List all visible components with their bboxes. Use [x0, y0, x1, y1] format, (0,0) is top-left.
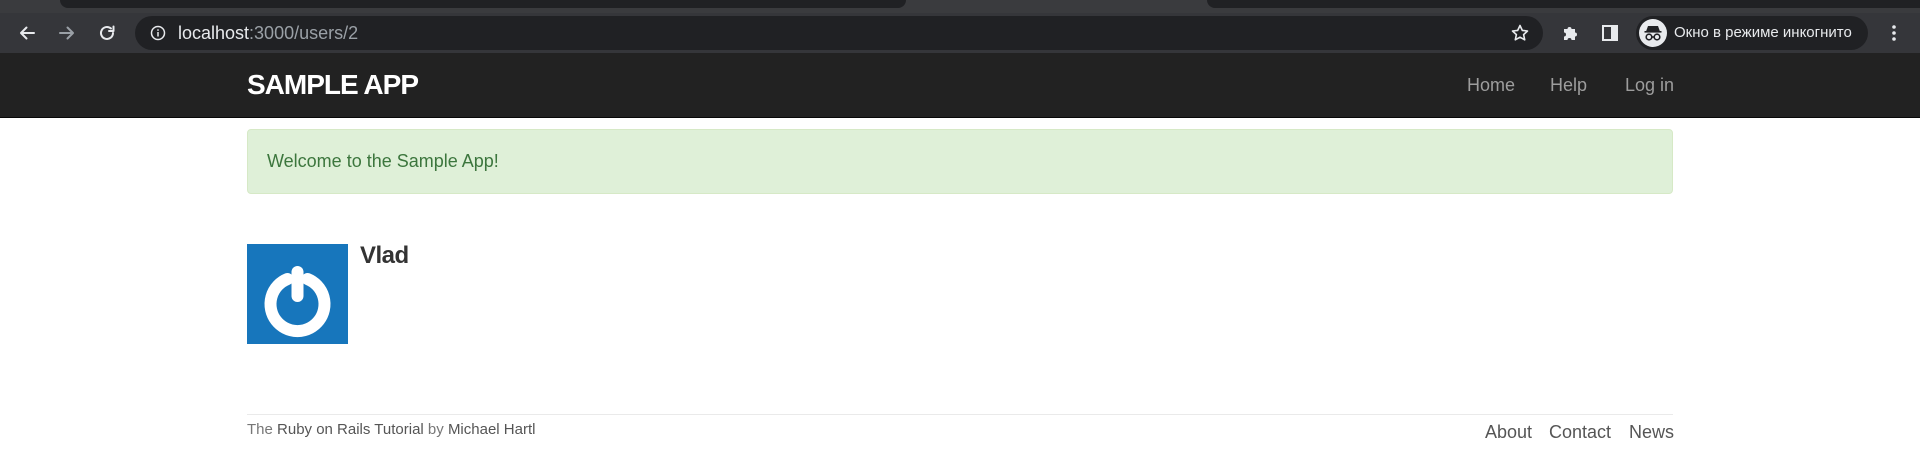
side-panel-icon[interactable] [1594, 17, 1626, 49]
gravatar-logo-icon [264, 266, 331, 337]
bookmark-star-icon[interactable] [1509, 22, 1531, 44]
menu-icon[interactable] [1878, 17, 1910, 49]
url-path: :3000/users/2 [249, 23, 359, 43]
url-host: localhost [178, 23, 250, 43]
browser-tab[interactable] [1207, 0, 1920, 8]
incognito-profile-button[interactable]: Окно в режиме инкогнито [1636, 16, 1868, 50]
browser-toolbar: localhost:3000/users/2 Окно в режиме инк… [0, 13, 1920, 53]
incognito-label: Окно в режиме инкогнито [1674, 24, 1852, 41]
forward-icon[interactable] [51, 17, 83, 49]
url-text[interactable]: localhost:3000/users/2 [178, 16, 358, 50]
footer-link-about[interactable]: About [1485, 422, 1532, 443]
credit-middle: by [423, 421, 448, 438]
credit-prefix: The [247, 421, 278, 438]
footer-divider [247, 414, 1673, 415]
browser-tab[interactable] [60, 0, 906, 8]
nav-link-login[interactable]: Log in [1625, 53, 1674, 117]
incognito-icon [1639, 19, 1667, 47]
app-logo-link[interactable]: SAMPLE APP [247, 53, 419, 117]
browser-tabstrip [0, 0, 1920, 13]
nav-link-home[interactable]: Home [1467, 53, 1515, 117]
extensions-icon[interactable] [1554, 17, 1586, 49]
user-gravatar [247, 244, 348, 344]
footer-credit: The Ruby on Rails Tutorial by Michael Ha… [247, 421, 535, 438]
footer-link-contact[interactable]: Contact [1549, 422, 1611, 443]
flash-success-message: Welcome to the Sample App! [247, 129, 1673, 194]
back-icon[interactable] [11, 17, 43, 49]
app-navbar: SAMPLE APP Home Help Log in [0, 53, 1920, 118]
author-link[interactable]: Michael Hartl [448, 421, 536, 438]
footer-link-news[interactable]: News [1629, 422, 1674, 443]
reload-icon[interactable] [91, 17, 123, 49]
address-bar[interactable]: localhost:3000/users/2 [135, 16, 1543, 50]
site-info-icon[interactable] [149, 24, 167, 42]
nav-link-help[interactable]: Help [1550, 53, 1587, 117]
user-name-heading: Vlad [360, 242, 409, 269]
rails-tutorial-link[interactable]: Ruby on Rails Tutorial [277, 421, 424, 438]
